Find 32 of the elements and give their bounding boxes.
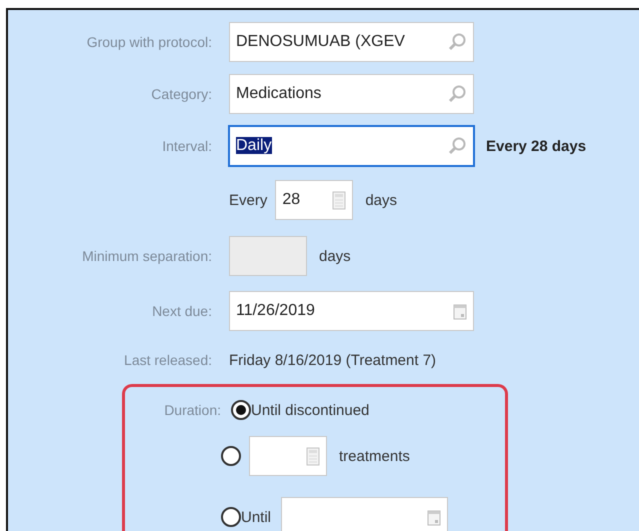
unit-label: days	[319, 248, 351, 264]
lookup-field[interactable]: Daily	[229, 126, 474, 166]
field-label: Interval:	[161, 138, 213, 154]
date-field[interactable]: 11/26/2019	[229, 291, 474, 331]
search-icon[interactable]	[447, 32, 467, 52]
calendar-icon[interactable]	[427, 508, 442, 526]
radio-button[interactable]	[221, 507, 241, 527]
field-label: Next due:	[151, 303, 213, 319]
lookup-field[interactable]: DENOSUMUAB (XGEV	[229, 22, 474, 62]
field-label: Minimum separation:	[81, 248, 213, 264]
number-field[interactable]	[249, 436, 327, 476]
calculator-icon[interactable]	[306, 446, 320, 466]
option-label: Until	[241, 508, 272, 526]
search-icon[interactable]	[447, 136, 467, 156]
radio-button[interactable]	[231, 400, 251, 420]
field-label: Last released:	[123, 352, 213, 368]
field-label: Category:	[150, 86, 213, 102]
field-label: Duration:	[163, 402, 222, 418]
option-label: Until discontinued	[251, 402, 370, 418]
interval-summary: Every 28 days	[486, 138, 586, 154]
calendar-icon[interactable]	[453, 302, 467, 320]
every-label: Every	[229, 192, 268, 208]
number-field[interactable]: 28	[275, 180, 354, 220]
field-label: Group with protocol:	[86, 34, 213, 50]
date-field[interactable]	[281, 497, 448, 531]
field-value: Friday 8/16/2019 (Treatment 7)	[229, 352, 436, 368]
radio-button[interactable]	[221, 446, 241, 466]
unit-label: days	[365, 192, 398, 208]
search-icon[interactable]	[447, 84, 467, 104]
unit-label: treatments	[339, 448, 410, 464]
calculator-icon[interactable]	[332, 190, 346, 210]
lookup-field[interactable]: Medications	[229, 74, 474, 114]
